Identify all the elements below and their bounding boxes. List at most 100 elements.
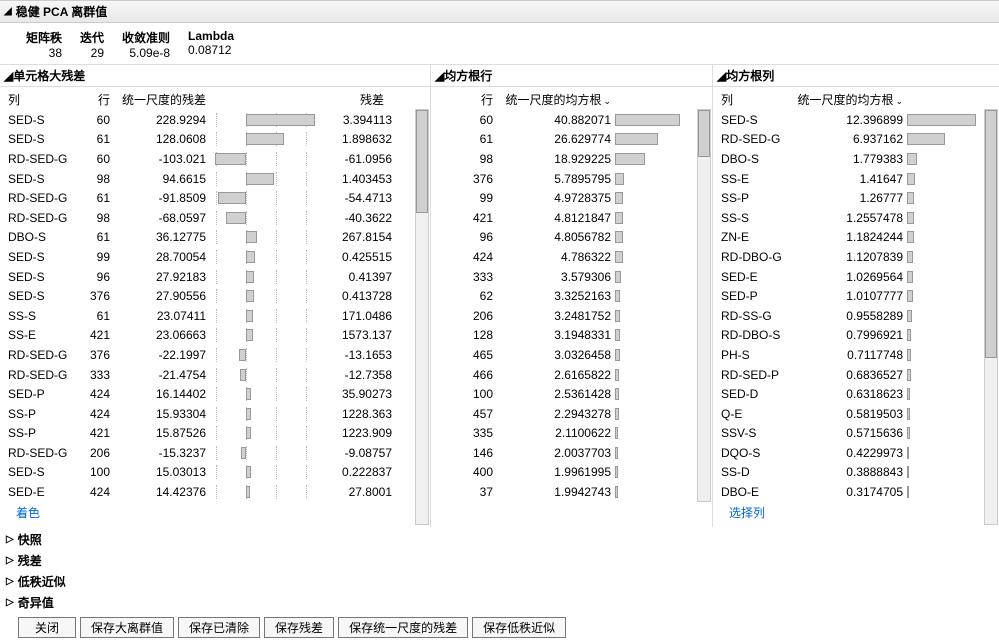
residual-section[interactable]: ▷残差 bbox=[0, 550, 999, 571]
table-row[interactable]: 3352.1100622 bbox=[439, 424, 708, 444]
table-row[interactable]: SED-P42416.1440235.90273 bbox=[8, 384, 426, 404]
colA-h4[interactable]: 残差 bbox=[314, 91, 384, 108]
save-scaled-button[interactable]: 保存统一尺度的残差 bbox=[338, 617, 468, 638]
table-row[interactable]: DBO-E0.3174705 bbox=[721, 482, 995, 502]
table-row[interactable]: SS-P42115.875261223.909 bbox=[8, 424, 426, 444]
singular-section[interactable]: ▷奇异值 bbox=[0, 592, 999, 613]
save-lowrank-button[interactable]: 保存低秩近似 bbox=[472, 617, 566, 638]
table-row[interactable]: 3765.7895795 bbox=[439, 169, 708, 189]
table-row[interactable]: SSV-S0.5715636 bbox=[721, 424, 995, 444]
scrollbar-c[interactable] bbox=[984, 109, 998, 525]
save-cleaned-button[interactable]: 保存已清除 bbox=[178, 617, 260, 638]
table-row[interactable]: SS-P42415.933041228.363 bbox=[8, 404, 426, 424]
table-row[interactable]: DBO-S1.779383 bbox=[721, 149, 995, 169]
table-row[interactable]: SED-S37627.905560.413728 bbox=[8, 286, 426, 306]
table-row[interactable]: 371.9942743 bbox=[439, 482, 708, 502]
table-row[interactable]: 4244.786322 bbox=[439, 247, 708, 267]
main-panel-header[interactable]: ◢ 稳健 PCA 离群值 bbox=[0, 1, 999, 23]
section-b-header[interactable]: ◢ 均方根行 bbox=[431, 64, 712, 87]
table-row[interactable]: SS-S1.2557478 bbox=[721, 208, 995, 228]
table-row[interactable]: 1462.0037703 bbox=[439, 443, 708, 463]
table-row[interactable]: RD-DBO-S0.7996921 bbox=[721, 326, 995, 346]
section-c-header[interactable]: ◢ 均方根列 bbox=[713, 64, 999, 87]
disclosure-right-icon: ▷ bbox=[6, 576, 14, 587]
value-cell: -21.4754 bbox=[110, 368, 206, 382]
table-row[interactable]: SED-S10015.030130.222837 bbox=[8, 463, 426, 483]
table-row[interactable]: SS-E1.41647 bbox=[721, 169, 995, 189]
table-row[interactable]: SS-P1.26777 bbox=[721, 188, 995, 208]
table-row[interactable]: SED-P1.0107777 bbox=[721, 286, 995, 306]
table-row[interactable]: RD-SED-G61-91.8509-54.4713 bbox=[8, 188, 426, 208]
table-row[interactable]: RD-DBO-G1.1207839 bbox=[721, 247, 995, 267]
select-cols-link[interactable]: 选择列 bbox=[721, 502, 995, 525]
table-row[interactable]: PH-S0.7117748 bbox=[721, 345, 995, 365]
table-row[interactable]: RD-SED-G376-22.1997-13.1653 bbox=[8, 345, 426, 365]
table-row[interactable]: SED-S60228.92943.394113 bbox=[8, 110, 426, 130]
table-row[interactable]: SED-S9894.66151.403453 bbox=[8, 169, 426, 189]
bar-cell bbox=[615, 387, 687, 401]
snapshot-section[interactable]: ▷快照 bbox=[0, 529, 999, 550]
table-row[interactable]: SED-S12.396899 bbox=[721, 110, 995, 130]
table-row[interactable]: SED-S9928.700540.425515 bbox=[8, 247, 426, 267]
lowrank-section[interactable]: ▷低秩近似 bbox=[0, 571, 999, 592]
table-row[interactable]: 6126.629774 bbox=[439, 130, 708, 150]
value-cell: 18.929225 bbox=[493, 152, 611, 166]
table-row[interactable]: DBO-S6136.12775267.8154 bbox=[8, 228, 426, 248]
table-row[interactable]: SED-E1.0269564 bbox=[721, 267, 995, 287]
colB-h1[interactable]: 行 bbox=[439, 91, 493, 108]
table-row[interactable]: SS-E42123.066631573.137 bbox=[8, 326, 426, 346]
table-row[interactable]: SS-D0.3888843 bbox=[721, 463, 995, 483]
bar-cell bbox=[907, 191, 979, 205]
table-row[interactable]: RD-SED-G333-21.4754-12.7358 bbox=[8, 365, 426, 385]
table-row[interactable]: SED-E42414.4237627.8001 bbox=[8, 482, 426, 502]
table-row[interactable]: RD-SS-G0.9558289 bbox=[721, 306, 995, 326]
scrollbar-a[interactable] bbox=[415, 109, 429, 525]
table-row[interactable]: 1283.1948331 bbox=[439, 326, 708, 346]
table-row[interactable]: 3333.579306 bbox=[439, 267, 708, 287]
table-row[interactable]: 2063.2481752 bbox=[439, 306, 708, 326]
table-row[interactable]: 623.3252163 bbox=[439, 286, 708, 306]
section-a-header[interactable]: ◢ 单元格大残差 bbox=[0, 64, 430, 87]
table-row[interactable]: 1002.5361428 bbox=[439, 384, 708, 404]
save-outliers-button[interactable]: 保存大离群值 bbox=[80, 617, 174, 638]
row-cell: 62 bbox=[439, 289, 493, 303]
table-row[interactable]: 6040.882071 bbox=[439, 110, 708, 130]
table-row[interactable]: RD-SED-G6.937162 bbox=[721, 130, 995, 150]
colC-h1[interactable]: 列 bbox=[721, 91, 789, 108]
save-resid-button[interactable]: 保存残差 bbox=[264, 617, 334, 638]
col-cell: RD-SED-G bbox=[8, 152, 70, 166]
table-row[interactable]: 964.8056782 bbox=[439, 228, 708, 248]
table-row[interactable]: RD-SED-G98-68.0597-40.3622 bbox=[8, 208, 426, 228]
table-row[interactable]: RD-SED-G60-103.021-61.0956 bbox=[8, 149, 426, 169]
table-row[interactable]: SS-S6123.07411171.0486 bbox=[8, 306, 426, 326]
bar-cell bbox=[615, 407, 687, 421]
row-cell: 333 bbox=[70, 368, 110, 382]
table-row[interactable]: SED-S9627.921830.41397 bbox=[8, 267, 426, 287]
colA-h1[interactable]: 列 bbox=[8, 91, 70, 108]
table-row[interactable]: ZN-E1.1824244 bbox=[721, 228, 995, 248]
color-link[interactable]: 着色 bbox=[8, 502, 426, 525]
row-cell: 376 bbox=[70, 348, 110, 362]
bar-cell bbox=[907, 132, 979, 146]
col-cell: RD-SED-G bbox=[8, 211, 70, 225]
table-row[interactable]: 4653.0326458 bbox=[439, 345, 708, 365]
close-button[interactable]: 关闭 bbox=[18, 617, 76, 638]
table-row[interactable]: RD-SED-P0.6836527 bbox=[721, 365, 995, 385]
table-row[interactable]: 4214.8121847 bbox=[439, 208, 708, 228]
colB-h2[interactable]: 统一尺度的均方根⌄ bbox=[493, 91, 611, 108]
table-row[interactable]: SED-D0.6318623 bbox=[721, 384, 995, 404]
colA-h2[interactable]: 行 bbox=[70, 91, 110, 108]
table-row[interactable]: SED-S61128.06081.898632 bbox=[8, 130, 426, 150]
table-row[interactable]: 4572.2943278 bbox=[439, 404, 708, 424]
colC-h2[interactable]: 统一尺度的均方根⌄ bbox=[789, 91, 903, 108]
colA-h3[interactable]: 统一尺度的残差 bbox=[110, 91, 206, 108]
value-cell: 3.0326458 bbox=[493, 348, 611, 362]
table-row[interactable]: 4001.9961995 bbox=[439, 463, 708, 483]
table-row[interactable]: RD-SED-G206-15.3237-9.08757 bbox=[8, 443, 426, 463]
scrollbar-b[interactable] bbox=[697, 109, 711, 502]
table-row[interactable]: 994.9728375 bbox=[439, 188, 708, 208]
table-row[interactable]: DQO-S0.4229973 bbox=[721, 443, 995, 463]
table-row[interactable]: 9818.929225 bbox=[439, 149, 708, 169]
table-row[interactable]: 4662.6165822 bbox=[439, 365, 708, 385]
table-row[interactable]: Q-E0.5819503 bbox=[721, 404, 995, 424]
